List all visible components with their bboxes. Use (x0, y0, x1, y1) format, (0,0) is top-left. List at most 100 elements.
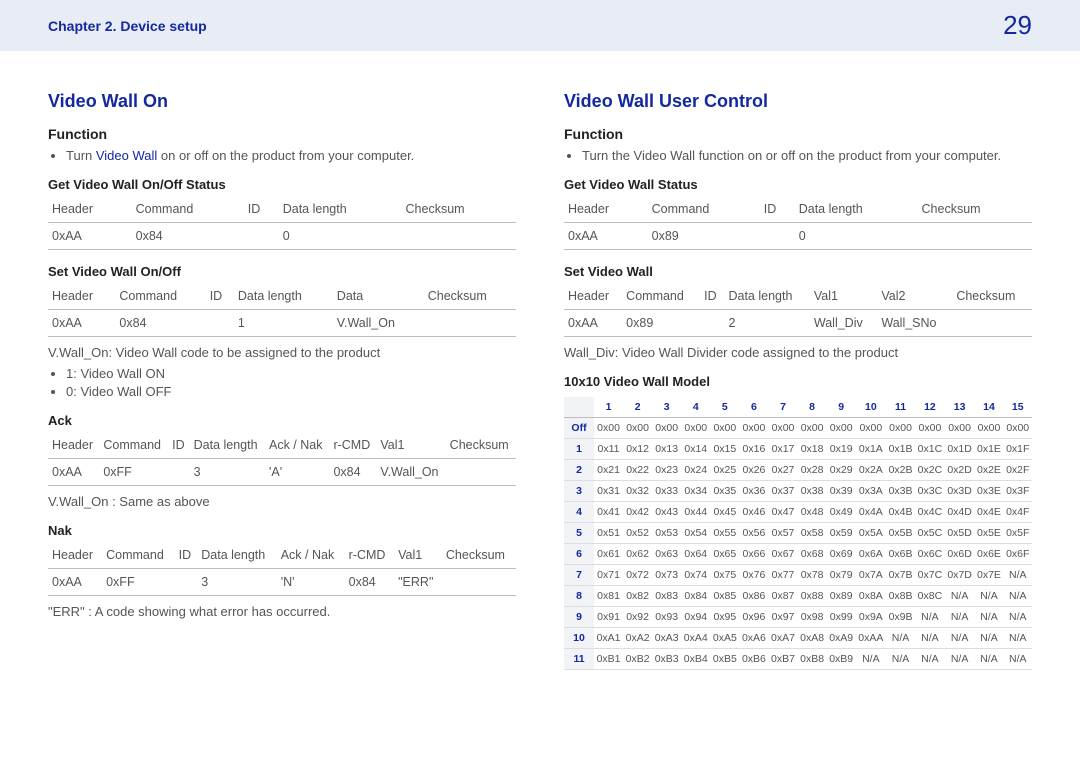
matrix-cell: 0x34 (681, 481, 710, 502)
matrix-row-header: 5 (564, 523, 594, 544)
table-cell: 3 (190, 459, 265, 486)
matrix-cell: 0x14 (681, 439, 710, 460)
matrix-cell: 0x21 (594, 460, 623, 481)
matrix-cell: 0x5C (915, 523, 945, 544)
matrix-cell: 0x45 (710, 502, 739, 523)
matrix-cell: 0x6A (856, 544, 886, 565)
table-cell: 0xFF (99, 459, 168, 486)
matrix-cell: 0x5B (886, 523, 915, 544)
table-header: Data length (197, 542, 276, 569)
matrix-cell: 0x2D (945, 460, 975, 481)
matrix-cell: 0x23 (652, 460, 681, 481)
matrix-col-header: 2 (623, 397, 652, 418)
matrix-cell: 0x86 (739, 586, 768, 607)
matrix-cell: 0x7C (915, 565, 945, 586)
matrix-cell: 0x22 (623, 460, 652, 481)
matrix-cell: 0x93 (652, 607, 681, 628)
matrix-cell: 0x7A (856, 565, 886, 586)
matrix-cell: 0x1D (945, 439, 975, 460)
table-header: Val1 (810, 283, 878, 310)
matrix-cell: N/A (915, 649, 945, 670)
matrix-col-header: 1 (594, 397, 623, 418)
matrix-cell: 0x2A (856, 460, 886, 481)
table-header: ID (206, 283, 234, 310)
matrix-cell: 0x83 (652, 586, 681, 607)
matrix-cell: 0x00 (681, 418, 710, 439)
matrix-cell: 0x49 (827, 502, 856, 523)
matrix-cell: 0x92 (623, 607, 652, 628)
matrix-cell: N/A (915, 607, 945, 628)
matrix-cell: 0x3E (974, 481, 1003, 502)
video-wall-model-table: 123456789101112131415Off0x000x000x000x00… (564, 397, 1032, 670)
matrix-cell: 0x24 (681, 460, 710, 481)
matrix-cell: 0x00 (652, 418, 681, 439)
matrix-cell: 0x84 (681, 586, 710, 607)
matrix-cell: 0x4F (1004, 502, 1033, 523)
matrix-cell: 0x00 (798, 418, 827, 439)
table-cell: 'A' (265, 459, 329, 486)
nak-table: HeaderCommandIDData lengthAck / Nakr-CMD… (48, 542, 516, 596)
table-cell (168, 459, 189, 486)
table-header: Command (99, 432, 168, 459)
matrix-row-header: 2 (564, 460, 594, 481)
table-header: Checksum (442, 542, 516, 569)
matrix-cell: 0xA2 (623, 628, 652, 649)
set-wall-heading: Set Video Wall (564, 264, 1032, 279)
matrix-cell: N/A (974, 607, 1003, 628)
matrix-cell: 0xA7 (768, 628, 797, 649)
get-status-table: HeaderCommandIDData lengthChecksum0xAA0x… (48, 196, 516, 250)
set-note: Wall_Div: Video Wall Divider code assign… (564, 345, 1032, 360)
matrix-cell: 0x69 (827, 544, 856, 565)
matrix-row-header: 8 (564, 586, 594, 607)
matrix-cell: 0x12 (623, 439, 652, 460)
matrix-cell: 0x97 (768, 607, 797, 628)
matrix-cell: 0x4C (915, 502, 945, 523)
table-header: Data length (190, 432, 265, 459)
matrix-cell: 0x1E (974, 439, 1003, 460)
matrix-cell: 0xB3 (652, 649, 681, 670)
table-header: Header (48, 283, 115, 310)
matrix-cell: 0x59 (827, 523, 856, 544)
matrix-col-header: 4 (681, 397, 710, 418)
table-cell: 2 (724, 310, 809, 337)
get-status-heading: Get Video Wall On/Off Status (48, 177, 516, 192)
table-cell (244, 223, 279, 250)
matrix-cell: 0x91 (594, 607, 623, 628)
matrix-row-header: 4 (564, 502, 594, 523)
table-header: Data length (234, 283, 333, 310)
matrix-cell: 0x67 (768, 544, 797, 565)
matrix-cell: N/A (1004, 586, 1033, 607)
table-header: Ack / Nak (265, 432, 329, 459)
table-cell: 0xAA (48, 459, 99, 486)
matrix-cell: 0x43 (652, 502, 681, 523)
matrix-cell: 0x31 (594, 481, 623, 502)
function-list: Turn the Video Wall function on or off o… (564, 148, 1032, 163)
table-cell: "ERR" (394, 569, 442, 596)
matrix-cell: 0x18 (798, 439, 827, 460)
matrix-cell: 0x52 (623, 523, 652, 544)
matrix-cell: 0x1C (915, 439, 945, 460)
matrix-cell: 0x36 (739, 481, 768, 502)
table-header: ID (760, 196, 795, 223)
table-cell: V.Wall_On (376, 459, 445, 486)
matrix-col-header: 13 (945, 397, 975, 418)
table-header: Checksum (424, 283, 516, 310)
matrix-cell: 0xA4 (681, 628, 710, 649)
matrix-cell: N/A (974, 649, 1003, 670)
table-cell: 0x84 (345, 569, 394, 596)
section-title-user-control: Video Wall User Control (564, 91, 1032, 112)
matrix-cell: 0x44 (681, 502, 710, 523)
matrix-cell: 0x26 (739, 460, 768, 481)
matrix-cell: 0x00 (974, 418, 1003, 439)
matrix-cell: 0x15 (710, 439, 739, 460)
matrix-cell: 0x47 (768, 502, 797, 523)
page-number: 29 (1003, 10, 1032, 41)
matrix-cell: 0x6F (1004, 544, 1033, 565)
matrix-cell: 0x4A (856, 502, 886, 523)
matrix-cell: 0xB1 (594, 649, 623, 670)
table-cell: 0xAA (48, 310, 115, 337)
table-cell: 0x89 (648, 223, 760, 250)
right-column: Video Wall User Control Function Turn th… (564, 71, 1032, 670)
matrix-cell: 0x4B (886, 502, 915, 523)
matrix-cell: 0x5E (974, 523, 1003, 544)
